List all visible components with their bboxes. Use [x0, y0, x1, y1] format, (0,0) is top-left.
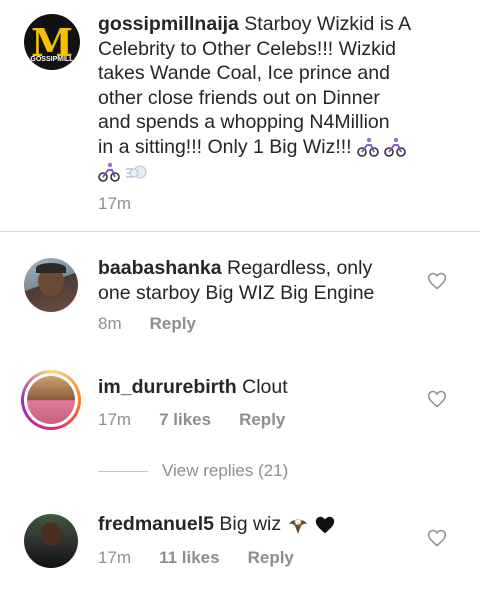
caption-line: and spends a whopping N4Million [98, 111, 390, 133]
logo-subtext: GOSSIPMILL [30, 56, 74, 63]
comment-time: 8m [98, 314, 122, 333]
replies-line [98, 470, 148, 472]
comment-line: one starboy Big WIZ Big Engine [98, 281, 375, 304]
hair-shape [36, 263, 66, 273]
comment-text: fredmanuel5 Big wiz [98, 512, 418, 537]
gossipmill-avatar[interactable]: M GOSSIPMILL [24, 14, 80, 70]
likes-count[interactable]: 11 likes [159, 548, 220, 568]
caption-time: 17m [98, 194, 132, 213]
fredmanuel5-avatar[interactable] [24, 514, 78, 568]
comment-username[interactable]: fredmanuel5 [98, 513, 214, 535]
caption-line: in a sitting!!! Only 1 Big Wiz!!! [98, 135, 352, 158]
like-heart-icon[interactable] [427, 528, 447, 548]
dash-emoji [126, 165, 147, 179]
comment-meta: 17m 7 likes Reply [98, 410, 285, 430]
caption-line: other close friends out on Dinner [98, 86, 380, 109]
comment-meta: 8m Reply [98, 314, 196, 334]
caption-text: gossipmillnaija Starboy Wizkid is A Cele… [98, 12, 468, 184]
comment-line: Regardless, only [226, 257, 373, 279]
caption-line: Starboy Wizkid is A [244, 13, 412, 35]
comment-text: baabashanka Regardless, only one starboy… [98, 256, 438, 305]
eagle-emoji [288, 518, 307, 534]
caption-meta: 17m [98, 194, 131, 214]
caption-divider [0, 231, 480, 232]
like-heart-icon[interactable] [427, 271, 447, 291]
cyclist-emoji [384, 138, 407, 158]
comment-time: 17m [98, 410, 132, 429]
comment-time: 17m [98, 548, 132, 567]
baabashanka-avatar[interactable] [24, 258, 78, 312]
reply-button[interactable]: Reply [150, 314, 196, 334]
ring-gap [24, 373, 78, 427]
comment-line: Clout [242, 376, 288, 398]
cyclist-emoji [357, 138, 379, 158]
comment-username[interactable]: baabashanka [98, 257, 222, 279]
post-caption: M GOSSIPMILL gossipmillnaija Starboy Wiz… [0, 0, 480, 232]
caption-username[interactable]: gossipmillnaija [98, 13, 239, 35]
comment-meta: 17m 11 likes Reply [98, 548, 294, 568]
black-heart-emoji [315, 516, 335, 534]
reply-button[interactable]: Reply [248, 548, 294, 568]
comment-text: im_dururebirth Clout [98, 375, 418, 400]
view-replies-label: View replies (21) [162, 461, 289, 480]
like-heart-icon[interactable] [427, 389, 447, 409]
im_dururebirth-avatar [27, 376, 75, 424]
likes-count[interactable]: 7 likes [159, 410, 211, 430]
comment-username[interactable]: im_dururebirth [98, 376, 237, 398]
caption-line: takes Wande Coal, Ice prince and [98, 62, 390, 84]
view-replies-button[interactable]: View replies (21) [98, 461, 288, 481]
comment-line: Big wiz [219, 513, 282, 535]
cyclist-emoji [98, 162, 120, 182]
story-ring[interactable] [21, 370, 81, 430]
face-shape [41, 522, 61, 546]
reply-button[interactable]: Reply [239, 410, 285, 430]
caption-line: Celebrity to Other Celebs!!! Wizkid [98, 37, 397, 60]
